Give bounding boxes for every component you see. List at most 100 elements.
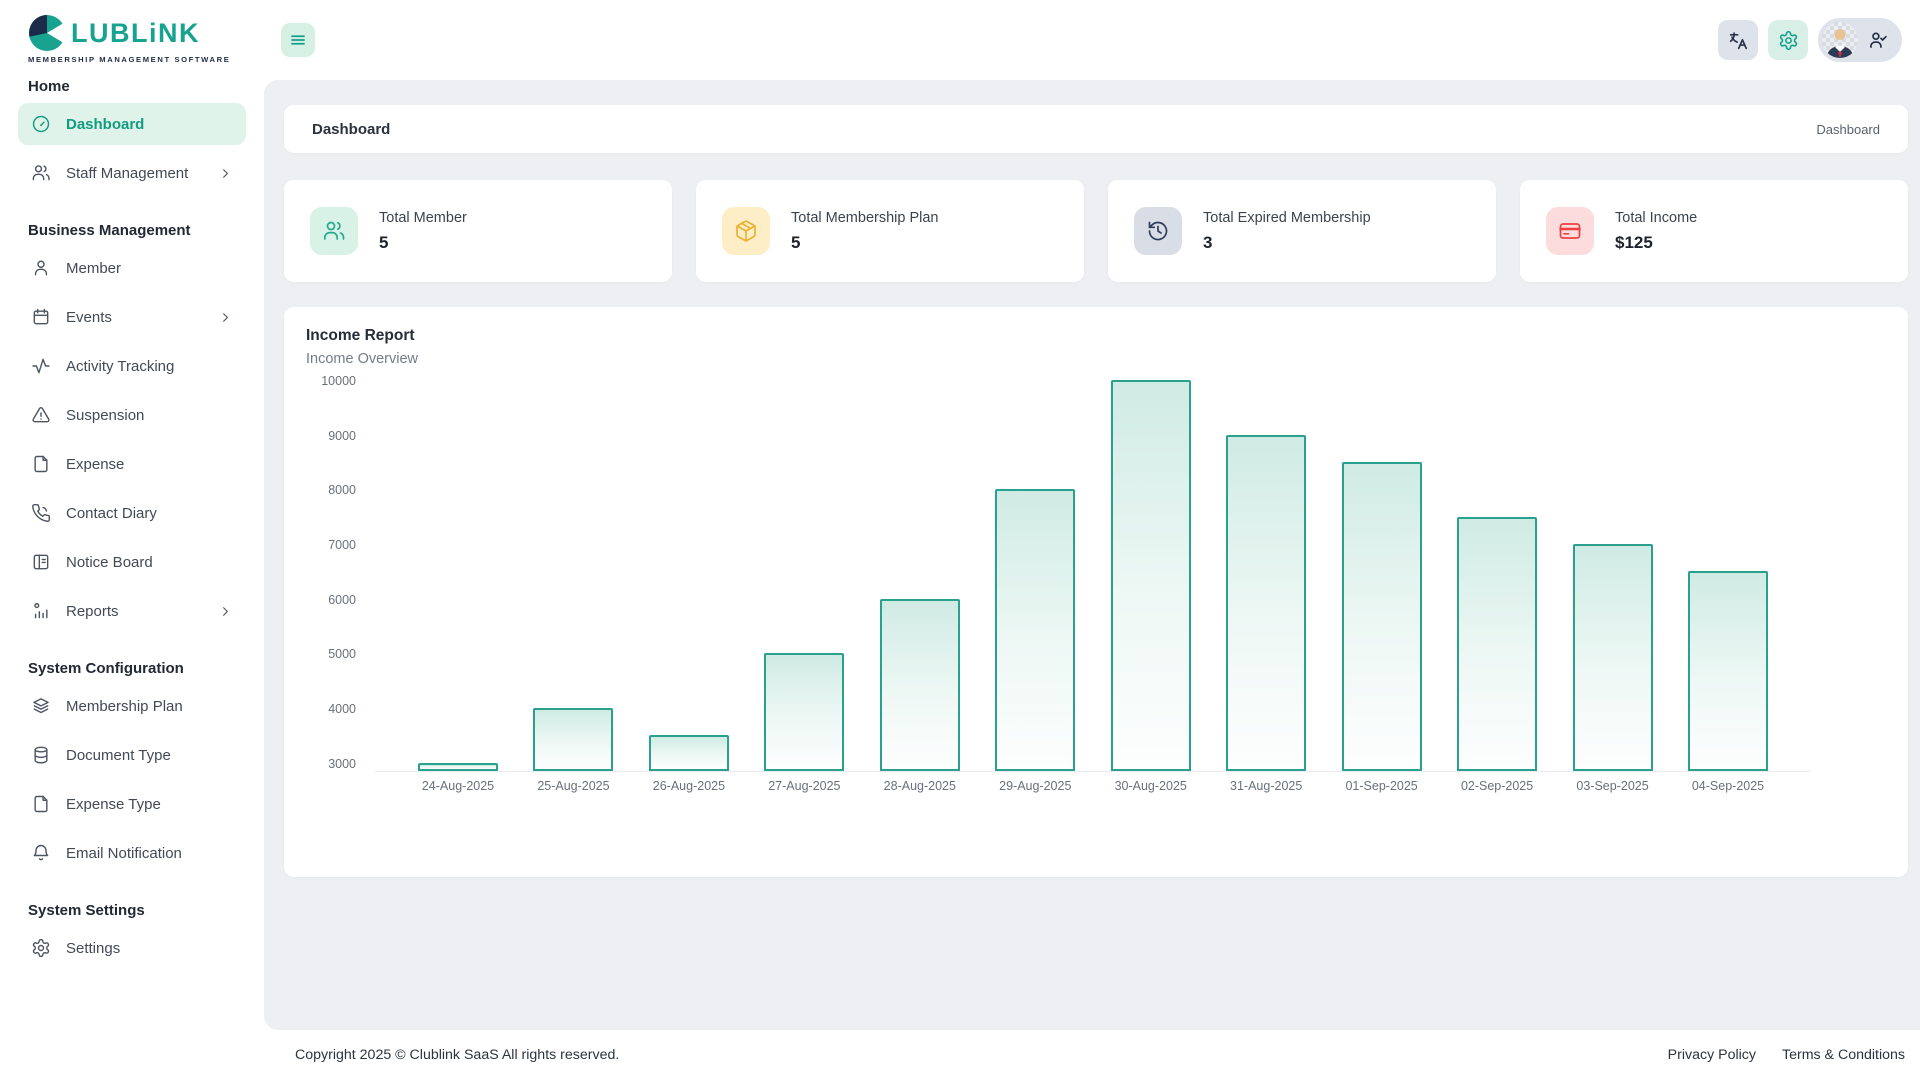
chart-bar-03-Sep-2025 bbox=[1573, 544, 1653, 771]
page-header-card: Dashboard Dashboard bbox=[284, 105, 1908, 153]
y-axis-label: 3000 bbox=[328, 757, 356, 771]
nav-section-heading: System Configuration bbox=[28, 660, 236, 677]
chevron-right-icon bbox=[218, 310, 233, 325]
chart-icon bbox=[31, 601, 51, 621]
x-axis-label: 27-Aug-2025 bbox=[768, 779, 840, 793]
x-axis-label: 28-Aug-2025 bbox=[884, 779, 956, 793]
stat-label: Total Member bbox=[379, 210, 467, 226]
chart-bar-25-Aug-2025 bbox=[533, 708, 613, 771]
settings-button[interactable] bbox=[1768, 20, 1808, 60]
x-axis-label: 31-Aug-2025 bbox=[1230, 779, 1302, 793]
nav-section-heading: Business Management bbox=[28, 222, 236, 239]
calendar-icon bbox=[31, 307, 51, 327]
sidebar-item-label: Expense Type bbox=[66, 796, 161, 813]
file-icon bbox=[31, 794, 51, 814]
profile-menu[interactable] bbox=[1818, 18, 1902, 62]
chart-subtitle: Income Overview bbox=[306, 351, 1886, 367]
sidebar-item-settings[interactable]: Settings bbox=[18, 927, 246, 969]
privacy-policy-link[interactable]: Privacy Policy bbox=[1668, 1047, 1756, 1063]
sidebar-item-email-notification[interactable]: Email Notification bbox=[18, 832, 246, 874]
stat-label: Total Expired Membership bbox=[1203, 210, 1371, 226]
x-axis-label: 03-Sep-2025 bbox=[1576, 779, 1648, 793]
stat-value: $125 bbox=[1615, 233, 1697, 253]
stat-card-total-income: Total Income $125 bbox=[1520, 180, 1908, 282]
hamburger-icon bbox=[289, 31, 307, 49]
chart-bar-27-Aug-2025 bbox=[764, 653, 844, 771]
sidebar-item-dashboard[interactable]: Dashboard bbox=[18, 103, 246, 145]
x-axis-label: 26-Aug-2025 bbox=[653, 779, 725, 793]
gear-icon bbox=[1778, 30, 1799, 51]
sidebar-item-label: Settings bbox=[66, 940, 120, 957]
stat-value: 5 bbox=[791, 233, 939, 253]
chart-bar-02-Sep-2025 bbox=[1457, 517, 1537, 771]
terms-conditions-link[interactable]: Terms & Conditions bbox=[1782, 1047, 1905, 1063]
sidebar-item-expense[interactable]: Expense bbox=[18, 443, 246, 485]
income-bar-chart: 300040005000600070008000900010000 24-Aug… bbox=[306, 381, 1886, 821]
nav-section-heading: System Settings bbox=[28, 902, 236, 919]
sidebar-item-member[interactable]: Member bbox=[18, 247, 246, 289]
user-avatar bbox=[1822, 22, 1858, 58]
sidebar-item-label: Document Type bbox=[66, 747, 171, 764]
sidebar-item-label: Staff Management bbox=[66, 165, 188, 182]
x-axis-label: 01-Sep-2025 bbox=[1345, 779, 1417, 793]
sidebar-item-events[interactable]: Events bbox=[18, 296, 246, 338]
sidebar: LUBLiNK MEMBERSHIP MANAGEMENT SOFTWARE H… bbox=[0, 0, 264, 1080]
y-axis-label: 5000 bbox=[328, 647, 356, 661]
chart-title: Income Report bbox=[306, 327, 1886, 345]
sidebar-item-membership-plan[interactable]: Membership Plan bbox=[18, 685, 246, 727]
x-axis-label: 24-Aug-2025 bbox=[422, 779, 494, 793]
chart-bar-04-Sep-2025 bbox=[1688, 571, 1768, 771]
y-axis-label: 6000 bbox=[328, 593, 356, 607]
sidebar-item-activity-tracking[interactable]: Activity Tracking bbox=[18, 345, 246, 387]
chart-bar-30-Aug-2025 bbox=[1111, 380, 1191, 771]
y-axis-label: 8000 bbox=[328, 483, 356, 497]
stats-row: Total Member 5 Total Membership Plan 5 T… bbox=[284, 180, 1908, 282]
chart-bar-26-Aug-2025 bbox=[649, 735, 729, 771]
gauge-icon bbox=[31, 114, 51, 134]
stat-card-total-membership-plan: Total Membership Plan 5 bbox=[696, 180, 1084, 282]
activity-icon bbox=[31, 356, 51, 376]
layers-icon bbox=[31, 696, 51, 716]
copyright-text: Copyright 2025 © Clublink SaaS All right… bbox=[295, 1047, 619, 1063]
database-icon bbox=[31, 745, 51, 765]
sidebar-item-label: Expense bbox=[66, 456, 124, 473]
user-icon bbox=[31, 258, 51, 278]
page-title: Dashboard bbox=[312, 121, 390, 138]
stat-value: 3 bbox=[1203, 233, 1371, 253]
sidebar-item-document-type[interactable]: Document Type bbox=[18, 734, 246, 776]
sidebar-nav: Home Dashboard Staff Management Business Ma… bbox=[0, 78, 264, 969]
bell-icon bbox=[31, 843, 51, 863]
income-report-card: Income Report Income Overview 3000400050… bbox=[284, 307, 1908, 877]
sidebar-item-label: Notice Board bbox=[66, 554, 153, 571]
chart-bar-31-Aug-2025 bbox=[1226, 435, 1306, 771]
phone-icon bbox=[31, 503, 51, 523]
sidebar-toggle-button[interactable] bbox=[281, 23, 315, 57]
sidebar-item-suspension[interactable]: Suspension bbox=[18, 394, 246, 436]
chart-bar-24-Aug-2025 bbox=[418, 763, 498, 771]
users-icon bbox=[31, 163, 51, 183]
sidebar-item-label: Events bbox=[66, 309, 112, 326]
sidebar-item-reports[interactable]: Reports bbox=[18, 590, 246, 632]
nav-section-heading: Home bbox=[28, 78, 236, 95]
footer: Copyright 2025 © Clublink SaaS All right… bbox=[264, 1030, 1920, 1080]
y-axis: 300040005000600070008000900010000 bbox=[306, 381, 356, 772]
main-content: Dashboard Dashboard Total Member 5 Total… bbox=[264, 80, 1920, 1030]
language-button[interactable] bbox=[1718, 20, 1758, 60]
y-axis-label: 9000 bbox=[328, 429, 356, 443]
x-axis-label: 04-Sep-2025 bbox=[1692, 779, 1764, 793]
chart-bar-01-Sep-2025 bbox=[1342, 462, 1422, 771]
sidebar-item-label: Membership Plan bbox=[66, 698, 183, 715]
sidebar-item-label: Email Notification bbox=[66, 845, 182, 862]
stat-label: Total Income bbox=[1615, 210, 1697, 226]
plot-area: 24-Aug-202525-Aug-202526-Aug-202527-Aug-… bbox=[375, 381, 1811, 772]
chevron-right-icon bbox=[218, 604, 233, 619]
x-axis-label: 29-Aug-2025 bbox=[999, 779, 1071, 793]
history-icon bbox=[1134, 207, 1182, 255]
sidebar-item-expense-type[interactable]: Expense Type bbox=[18, 783, 246, 825]
logo: LUBLiNK MEMBERSHIP MANAGEMENT SOFTWARE bbox=[0, 0, 264, 64]
sidebar-item-notice-board[interactable]: Notice Board bbox=[18, 541, 246, 583]
sidebar-item-staff-management[interactable]: Staff Management bbox=[18, 152, 246, 194]
alert-triangle-icon bbox=[31, 405, 51, 425]
sidebar-item-contact-diary[interactable]: Contact Diary bbox=[18, 492, 246, 534]
x-axis-label: 25-Aug-2025 bbox=[537, 779, 609, 793]
